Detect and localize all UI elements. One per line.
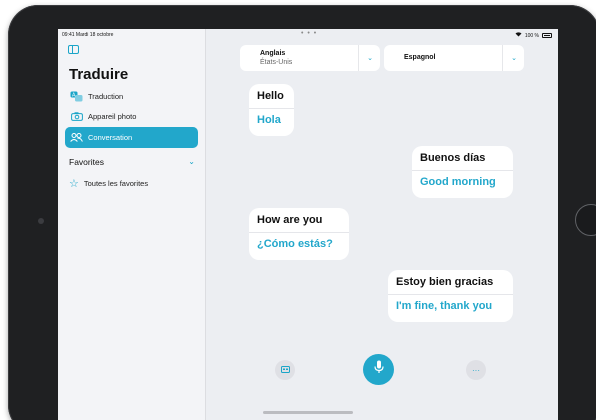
original-text: Hello (257, 90, 284, 102)
sidebar-item-label: Traduction (88, 92, 124, 101)
camera-icon (70, 111, 83, 122)
star-icon: ☆ (69, 178, 79, 190)
translated-text: Hola (257, 114, 281, 126)
sidebar-toggle-icon[interactable] (68, 45, 79, 54)
translated-text: ¿Cómo estás? (257, 238, 333, 250)
view-mode-icon (280, 365, 290, 375)
target-language-name: Espagnol (404, 54, 436, 61)
battery-icon (542, 33, 552, 38)
sidebar-item-label: Appareil photo (88, 112, 137, 121)
microphone-button[interactable] (363, 354, 394, 385)
sidebar-item-conversation[interactable]: Conversation (65, 127, 198, 148)
source-language-selector[interactable]: Anglais États-Unis ⌄ (240, 45, 380, 71)
sidebar-item-all-favorites[interactable]: ☆ Toutes les favorites (69, 177, 148, 190)
status-time: 09:41 Mardi 18 octobre (62, 32, 114, 38)
people-icon (70, 132, 83, 143)
sidebar-item-label: Conversation (88, 133, 133, 142)
svg-text:A: A (72, 92, 76, 98)
conversation-bubble[interactable]: Hello Hola (249, 84, 294, 136)
original-text: Buenos días (420, 152, 486, 164)
sidebar-title: Traduire (69, 66, 129, 83)
translated-text: Good morning (420, 176, 496, 188)
microphone-icon (373, 360, 384, 379)
chevron-down-icon[interactable]: ⌄ (367, 54, 373, 62)
conversation-bubble[interactable]: How are you ¿Cómo estás? (249, 208, 349, 260)
status-right: 100 % (515, 32, 552, 39)
sidebar-item-label: Toutes les favorites (83, 179, 149, 188)
favorites-header-label: Favorites (69, 157, 104, 167)
status-bar: 09:41 Mardi 18 octobre • • • 100 % (58, 29, 558, 41)
bubble-divider (388, 294, 513, 295)
bubble-divider (412, 170, 513, 171)
multitasking-dots[interactable]: • • • (301, 30, 317, 37)
chevron-down-icon[interactable]: ⌄ (188, 157, 195, 166)
sidebar-item-translation[interactable]: A Traduction (65, 86, 198, 107)
screen: 09:41 Mardi 18 octobre • • • 100 % Tradu… (58, 29, 558, 420)
bubble-divider (249, 232, 349, 233)
original-text: Estoy bien gracias (396, 276, 494, 288)
favorites-section-header[interactable]: Favorites ⌄ (69, 157, 197, 167)
home-button[interactable] (575, 204, 596, 236)
source-language-region: États-Unis (260, 59, 293, 66)
more-options-button[interactable]: ··· (466, 360, 486, 380)
translate-icon: A (70, 91, 83, 102)
source-language-name: Anglais (260, 50, 286, 57)
chevron-down-icon[interactable]: ⌄ (511, 54, 517, 62)
ellipsis-icon: ··· (472, 365, 480, 375)
wifi-icon (515, 32, 522, 39)
home-indicator (263, 411, 353, 414)
selector-divider (358, 45, 359, 71)
original-text: How are you (257, 214, 323, 226)
conversation-bubble[interactable]: Buenos días Good morning (412, 146, 513, 198)
sidebar: Traduire A Traduction Appareil photo Con… (58, 29, 206, 420)
target-language-selector[interactable]: Espagnol ⌄ (384, 45, 524, 71)
battery-percent: 100 % (524, 32, 539, 39)
conversation-bubble[interactable]: Estoy bien gracias I'm fine, thank you (388, 270, 513, 322)
sidebar-item-camera[interactable]: Appareil photo (65, 106, 198, 127)
selector-divider (502, 45, 503, 71)
front-camera (38, 218, 44, 224)
bubble-divider (249, 108, 294, 109)
view-mode-button[interactable] (275, 360, 295, 380)
translated-text: I'm fine, thank you (396, 300, 493, 312)
